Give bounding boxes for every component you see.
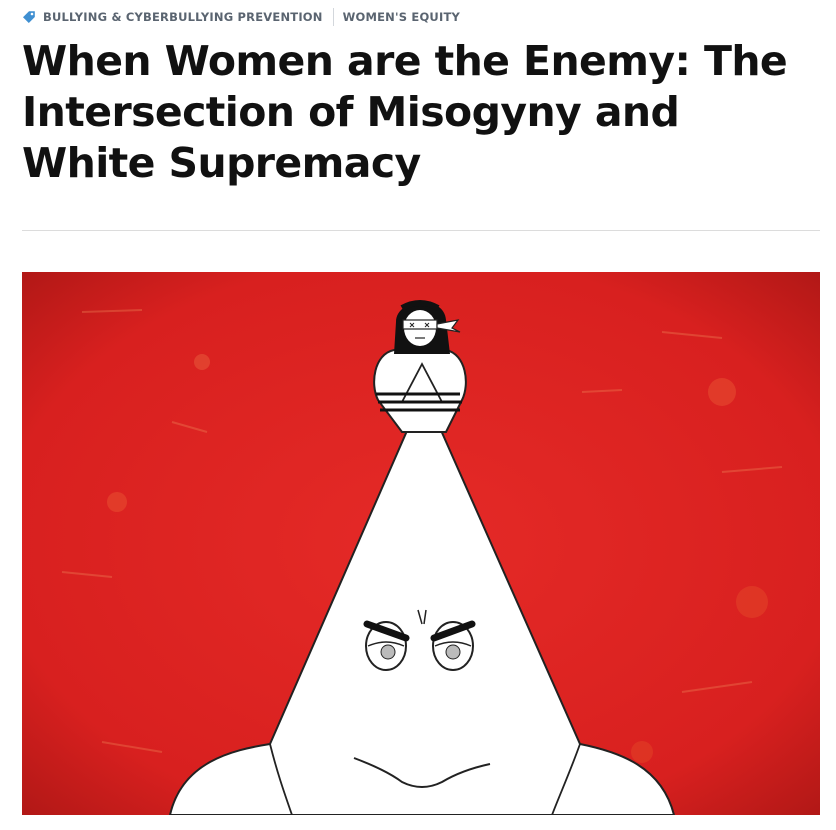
category-link-bullying[interactable]: BULLYING & CYBERBULLYING PREVENTION bbox=[43, 10, 323, 24]
hero-illustration bbox=[22, 272, 820, 815]
tag-separator bbox=[332, 8, 334, 26]
category-tags: BULLYING & CYBERBULLYING PREVENTION WOME… bbox=[22, 8, 460, 26]
category-link-womens-equity[interactable]: WOMEN'S EQUITY bbox=[343, 10, 460, 24]
article-title: When Women are the Enemy: The Intersecti… bbox=[22, 37, 788, 187]
hero-image bbox=[22, 272, 820, 815]
tag-icon bbox=[22, 10, 36, 24]
title-divider bbox=[22, 230, 820, 231]
